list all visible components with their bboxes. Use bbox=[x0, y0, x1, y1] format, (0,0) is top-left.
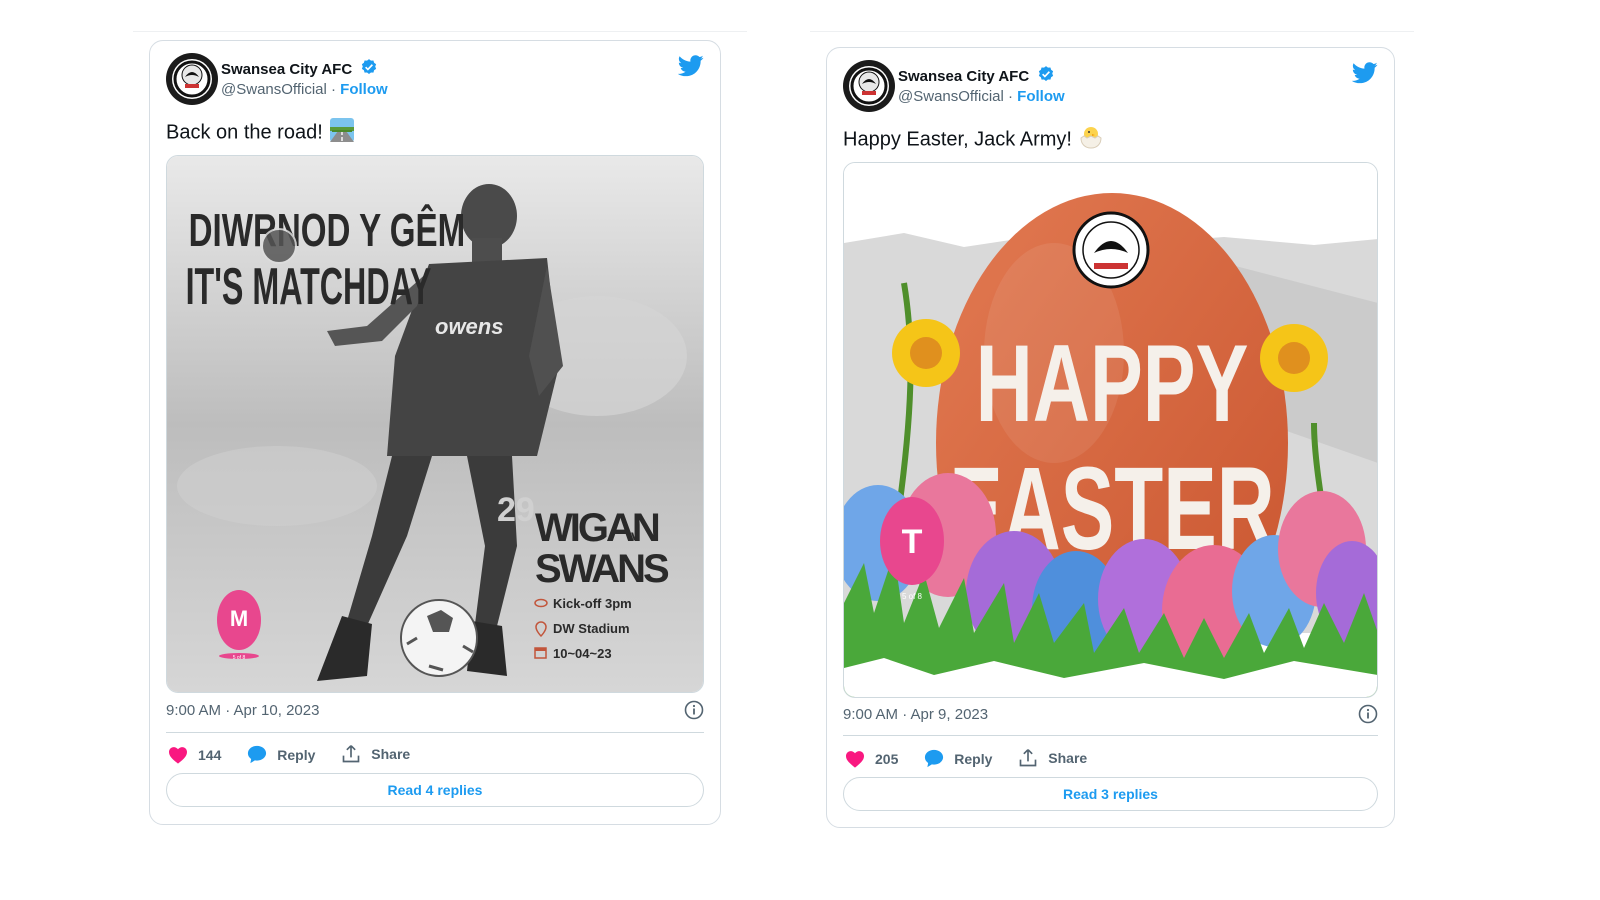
info-icon[interactable] bbox=[684, 700, 704, 724]
twitter-bird-icon[interactable] bbox=[1351, 62, 1378, 89]
avatar[interactable] bbox=[843, 60, 895, 112]
tweet-header: Swansea City AFC @SwansOfficial · Follow bbox=[843, 60, 1378, 114]
share-label: Share bbox=[371, 746, 411, 762]
fixture-vs: v bbox=[631, 527, 639, 543]
detail-date: 10~04~23 bbox=[553, 646, 612, 661]
like-button[interactable]: 205 bbox=[845, 750, 898, 768]
actions-divider bbox=[166, 732, 704, 733]
info-icon[interactable] bbox=[1358, 704, 1378, 728]
share-icon bbox=[342, 745, 360, 763]
account-handle[interactable]: @SwansOfficial bbox=[221, 81, 327, 98]
detail-kickoff: Kick-off 3pm bbox=[553, 596, 632, 611]
top-divider-right bbox=[810, 31, 1414, 32]
read-replies-button[interactable]: Read 4 replies bbox=[166, 773, 704, 807]
reply-label: Reply bbox=[277, 746, 316, 763]
reply-button[interactable]: Reply bbox=[924, 749, 992, 768]
reply-label: Reply bbox=[954, 750, 993, 767]
tweet-text: Happy Easter, Jack Army! bbox=[843, 124, 1104, 156]
account-name[interactable]: Swansea City AFC bbox=[898, 68, 1029, 85]
like-count: 144 bbox=[198, 747, 222, 763]
tweet-meta: 9:00 AM · Apr 10, 2023 bbox=[166, 700, 704, 720]
shirt-number: 29 bbox=[497, 491, 535, 529]
tweet-card-matchday: Swansea City AFC @SwansOfficial · Follow… bbox=[149, 40, 721, 825]
headline-happy: HAPPY bbox=[976, 322, 1249, 445]
hatching-chick-emoji-icon bbox=[1078, 124, 1104, 156]
like-count: 205 bbox=[875, 751, 899, 767]
tweet-timestamp[interactable]: 9:00 AM · Apr 10, 2023 bbox=[166, 702, 319, 719]
happy-easter-graphic[interactable]: HAPPY EASTER T 5 of 8 bbox=[843, 162, 1378, 698]
like-button[interactable]: 144 bbox=[168, 746, 221, 764]
share-icon bbox=[1019, 749, 1037, 767]
follow-button[interactable]: Follow bbox=[1017, 88, 1065, 105]
reply-bubble-icon bbox=[248, 745, 267, 764]
egg-count: 5 of 8 bbox=[902, 592, 923, 601]
top-divider-left bbox=[133, 31, 747, 32]
egg-letter: M bbox=[230, 606, 248, 631]
avatar[interactable] bbox=[166, 53, 218, 105]
share-button[interactable]: Share bbox=[341, 744, 410, 764]
follow-button[interactable]: Follow bbox=[340, 81, 388, 98]
read-replies-button[interactable]: Read 3 replies bbox=[843, 777, 1378, 811]
matchday-graphic[interactable]: owens 29 DIWRNOD Y GÊM IT'S MATCHDAY WIG… bbox=[166, 155, 704, 693]
tweet-text-content: Back on the road! bbox=[166, 121, 323, 144]
road-emoji-icon bbox=[329, 117, 355, 149]
headline-english: IT'S MATCHDAY bbox=[186, 258, 432, 316]
heart-icon bbox=[846, 751, 864, 768]
twitter-bird-icon[interactable] bbox=[677, 55, 704, 82]
reply-button[interactable]: Reply bbox=[247, 745, 315, 764]
separator-dot: · bbox=[326, 81, 341, 98]
account-handle[interactable]: @SwansOfficial bbox=[898, 88, 1004, 105]
tweet-actions: 144 Reply Share bbox=[168, 744, 432, 767]
fixture-away-team: SWANS bbox=[535, 547, 669, 591]
tweet-header: Swansea City AFC @SwansOfficial · Follow bbox=[166, 53, 704, 107]
share-button[interactable]: Share bbox=[1018, 748, 1087, 768]
headline-welsh: DIWRNOD Y GÊM bbox=[189, 204, 466, 257]
tweet-text: Back on the road! bbox=[166, 117, 355, 149]
tweet-card-easter: Swansea City AFC @SwansOfficial · Follow… bbox=[826, 47, 1395, 828]
tweet-meta: 9:00 AM · Apr 9, 2023 bbox=[843, 704, 1378, 724]
detail-venue: DW Stadium bbox=[553, 621, 630, 636]
heart-icon bbox=[169, 747, 187, 764]
tweet-timestamp[interactable]: 9:00 AM · Apr 9, 2023 bbox=[843, 706, 988, 723]
club-crest-icon bbox=[261, 228, 297, 264]
account-name[interactable]: Swansea City AFC bbox=[221, 61, 352, 78]
reply-bubble-icon bbox=[925, 749, 944, 768]
tweet-actions: 205 Reply Share bbox=[845, 748, 1109, 771]
egg-count: 5 of 8 bbox=[233, 655, 246, 661]
fixture-home-team: WIGAN bbox=[535, 506, 659, 550]
egg-letter: T bbox=[902, 523, 923, 561]
share-label: Share bbox=[1048, 750, 1088, 766]
separator-dot: · bbox=[1003, 88, 1018, 105]
tweet-text-content: Happy Easter, Jack Army! bbox=[843, 128, 1072, 151]
verified-badge-icon bbox=[1037, 65, 1055, 88]
club-crest-icon bbox=[1072, 211, 1150, 289]
actions-divider bbox=[843, 735, 1378, 736]
shirt-sponsor: owens bbox=[435, 314, 503, 339]
verified-badge-icon bbox=[360, 58, 378, 81]
